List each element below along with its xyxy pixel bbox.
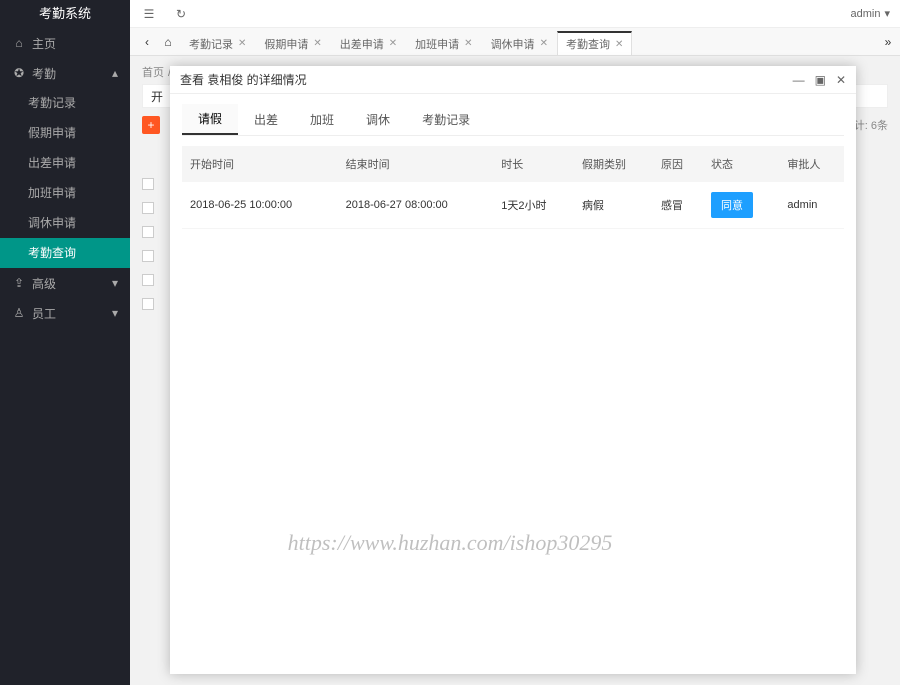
col-approver: 审批人 <box>779 146 844 182</box>
cell-duration: 1天2小时 <box>493 182 574 229</box>
caret-down-icon: ▾ <box>884 7 890 20</box>
minimize-icon[interactable]: — <box>793 73 805 87</box>
dialog-tab-travel[interactable]: 出差 <box>238 104 294 135</box>
detail-dialog: 查看 袁相俊 的详细情况 — ▣ ✕ 请假 出差 加班 调休 考勤记录 开始时间… <box>170 66 856 674</box>
close-icon[interactable]: ✕ <box>313 38 321 49</box>
col-status: 状态 <box>703 146 779 182</box>
table-row: 2018-06-25 10:00:00 2018-06-27 08:00:00 … <box>182 182 844 229</box>
col-end: 结束时间 <box>338 146 494 182</box>
cell-type: 病假 <box>574 182 653 229</box>
sidebar-item-overtime-request[interactable]: 加班申请 <box>0 178 130 208</box>
refresh-icon[interactable]: ↻ <box>172 5 190 23</box>
chevron-up-icon: ▴ <box>112 66 118 80</box>
sidebar-item-attendance-query[interactable]: 考勤查询 <box>0 238 130 268</box>
tab-attendance-query[interactable]: 考勤查询✕ <box>557 31 632 55</box>
col-type: 假期类别 <box>574 146 653 182</box>
advanced-icon: ⇪ <box>12 276 26 290</box>
col-start: 开始时间 <box>182 146 338 182</box>
cell-approver: admin <box>779 182 844 229</box>
dialog-tab-leave[interactable]: 请假 <box>182 104 238 135</box>
sidebar-item-label: 员工 <box>32 305 56 322</box>
row-checkbox[interactable] <box>142 202 154 214</box>
tab-leave-request[interactable]: 假期申请✕ <box>255 31 330 55</box>
close-icon[interactable]: ✕ <box>615 39 623 50</box>
sidebar-item-home[interactable]: ⌂ 主页 <box>0 28 130 58</box>
attendance-icon: ✪ <box>12 66 26 80</box>
tab-nav-more[interactable]: » <box>876 28 900 55</box>
chevron-down-icon: ▾ <box>112 306 118 320</box>
row-checkbox[interactable] <box>142 178 154 190</box>
sidebar-item-attendance-record[interactable]: 考勤记录 <box>0 88 130 118</box>
user-icon: ♙ <box>12 306 26 320</box>
sidebar-item-employee[interactable]: ♙ 员工 ▾ <box>0 298 130 328</box>
sidebar-item-attendance[interactable]: ✪ 考勤 ▴ <box>0 58 130 88</box>
menu-toggle-icon[interactable]: ☰ <box>140 5 158 23</box>
record-count: 计: 6条 <box>854 117 888 133</box>
tab-overtime-request[interactable]: 加班申请✕ <box>406 31 481 55</box>
sidebar-item-label: 高级 <box>32 275 56 292</box>
sidebar-item-resttime-request[interactable]: 调休申请 <box>0 208 130 238</box>
row-checkbox[interactable] <box>142 274 154 286</box>
home-icon: ⌂ <box>12 36 26 50</box>
close-icon[interactable]: ✕ <box>464 38 472 49</box>
tab-travel-request[interactable]: 出差申请✕ <box>331 31 406 55</box>
cell-start: 2018-06-25 10:00:00 <box>182 182 338 229</box>
dialog-title: 查看 袁相俊 的详细情况 <box>180 71 307 88</box>
close-icon[interactable]: ✕ <box>238 38 246 49</box>
user-dropdown[interactable]: admin ▾ <box>851 7 891 20</box>
chevron-down-icon: ▾ <box>112 276 118 290</box>
close-icon[interactable]: ✕ <box>836 73 846 87</box>
dialog-tab-records[interactable]: 考勤记录 <box>406 104 486 135</box>
bg-partial-text: 开 <box>151 88 163 105</box>
tab-resttime-request[interactable]: 调休申请✕ <box>482 31 557 55</box>
close-icon[interactable]: ✕ <box>540 38 548 49</box>
close-icon[interactable]: ✕ <box>389 38 397 49</box>
status-button[interactable]: 同意 <box>711 192 753 218</box>
sidebar-item-advanced[interactable]: ⇪ 高级 ▾ <box>0 268 130 298</box>
row-checkbox[interactable] <box>142 250 154 262</box>
maximize-icon[interactable]: ▣ <box>815 73 826 87</box>
sidebar-item-travel-request[interactable]: 出差申请 <box>0 148 130 178</box>
row-checkbox[interactable] <box>142 226 154 238</box>
tab-nav-prev[interactable]: ‹ <box>138 28 156 55</box>
dialog-tab-overtime[interactable]: 加班 <box>294 104 350 135</box>
tab-home[interactable]: ⌂ <box>156 28 180 55</box>
sidebar-item-label: 主页 <box>32 35 56 52</box>
app-title: 考勤系统 <box>0 0 130 28</box>
tab-attendance-record[interactable]: 考勤记录✕ <box>180 31 255 55</box>
sidebar-item-label: 考勤 <box>32 65 56 82</box>
dialog-tab-resttime[interactable]: 调休 <box>350 104 406 135</box>
col-duration: 时长 <box>493 146 574 182</box>
user-name: admin <box>851 8 881 20</box>
sidebar-item-leave-request[interactable]: 假期申请 <box>0 118 130 148</box>
row-checkbox[interactable] <box>142 298 154 310</box>
add-button[interactable]: + <box>142 116 160 134</box>
col-reason: 原因 <box>653 146 703 182</box>
cell-reason: 感冒 <box>653 182 703 229</box>
cell-end: 2018-06-27 08:00:00 <box>338 182 494 229</box>
